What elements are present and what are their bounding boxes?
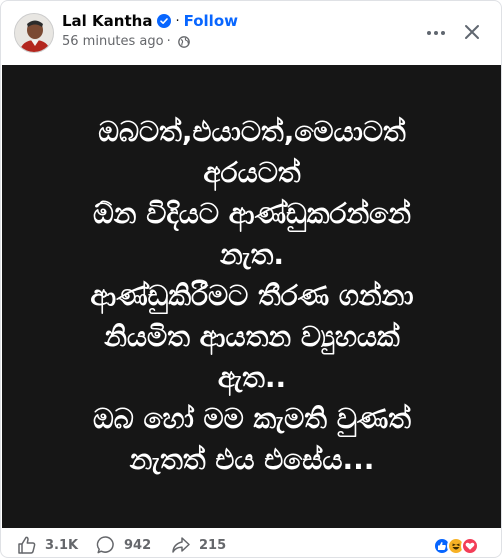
follow-button[interactable]: Follow (184, 12, 238, 30)
post-text-line: නියමිත ආයතන ව්‍යුහයක් (104, 320, 400, 353)
post-text-line: ඕන විදියට ආණ්ඩුකරන්නේ (92, 197, 411, 230)
post-text-line: ඔබටත්,එයාටත්,මෙයාටත් (98, 115, 406, 148)
post-meta: 56 minutes ago · (62, 34, 190, 49)
header-separator: · (175, 13, 180, 29)
like-button[interactable]: 3.1K (17, 535, 78, 555)
share-icon (172, 537, 190, 553)
love-reaction-icon (461, 537, 479, 555)
globe-icon[interactable] (177, 35, 190, 48)
post-header: Lal Kantha · Follow 56 minutes ago · (1, 1, 501, 65)
comment-count: 942 (124, 537, 152, 553)
post-text-line: අරයටත් (203, 156, 301, 189)
post-text-line: ඇත.. (217, 361, 287, 394)
meta-separator: · (166, 34, 171, 49)
share-button[interactable]: 215 (171, 535, 226, 555)
close-button[interactable] (457, 17, 487, 47)
author-name[interactable]: Lal Kantha (62, 12, 152, 30)
post-card: Lal Kantha · Follow 56 minutes ago · ඔබට… (0, 0, 502, 558)
author-avatar[interactable] (14, 13, 54, 53)
post-text-line: ආණ්ඩුකිරීමට තීරණ ගන්නා (90, 279, 414, 312)
verified-badge-icon (157, 14, 172, 28)
close-icon (465, 25, 479, 39)
post-image[interactable]: ඔබටත්,එයාටත්,මෙයාටත් අරයටත් ඕන විදියට ආණ… (2, 65, 501, 528)
comment-button[interactable]: 942 (96, 535, 151, 555)
post-timestamp[interactable]: 56 minutes ago (62, 34, 164, 49)
more-options-button[interactable] (421, 18, 451, 48)
post-text-line: නැත. (220, 238, 284, 271)
thumbs-up-icon (18, 536, 36, 554)
post-text: ඔබටත්,එයාටත්,මෙයාටත් අරයටත් ඕන විදියට ආණ… (90, 111, 413, 480)
post-text-line: නැතත් එය එසේය... (129, 443, 375, 476)
comment-icon (96, 536, 114, 554)
post-footer: 3.1K 942 215 (1, 528, 501, 557)
like-count: 3.1K (45, 537, 79, 553)
author-row: Lal Kantha · Follow (62, 12, 238, 30)
more-dots-icon (427, 31, 445, 35)
reaction-summary[interactable] (433, 537, 479, 555)
share-count: 215 (199, 537, 227, 553)
post-text-line: ඔබ හෝ මම කැමති වුණත් (92, 402, 412, 435)
